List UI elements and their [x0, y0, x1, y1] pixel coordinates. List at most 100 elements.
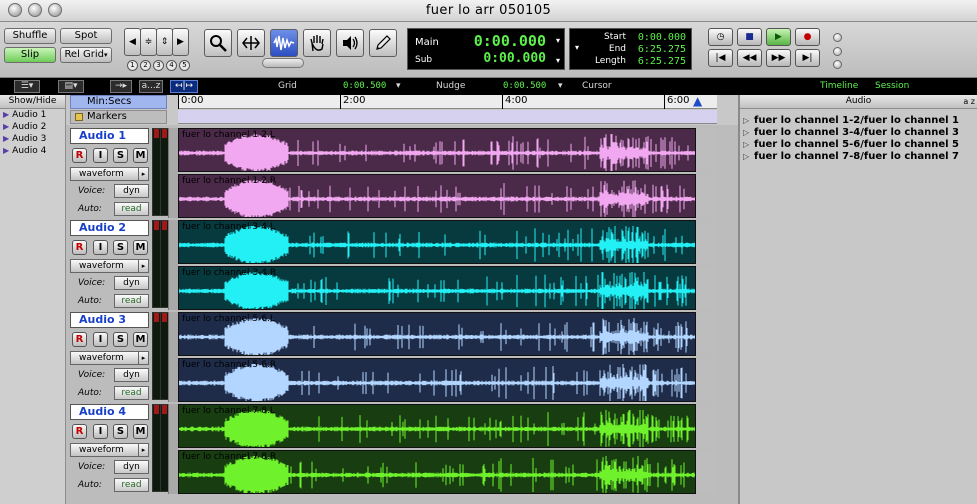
track-name-field[interactable]: Audio 2	[70, 220, 149, 236]
zoom-in-horizontal-button[interactable]: ▶	[172, 28, 189, 56]
stop-button[interactable]: ■	[737, 28, 762, 46]
input-monitor-button[interactable]: I	[93, 240, 108, 255]
region-list-item[interactable]: ▷ fuer lo channel 3-4/fuer lo channel 3	[740, 127, 977, 139]
grabber-tool[interactable]	[303, 29, 331, 57]
record-button[interactable]: ●	[795, 28, 820, 46]
zoomer-tool[interactable]	[204, 29, 232, 57]
zoom-preset-4[interactable]: 4	[166, 60, 177, 71]
sort-az-button[interactable]: a...z	[139, 80, 163, 93]
time-ruler[interactable]: 0:00 2:00 4:00 6:00 ▲	[178, 94, 717, 109]
track-name-field[interactable]: Audio 1	[70, 128, 149, 144]
pencil-tool[interactable]	[369, 29, 397, 57]
rewind-button[interactable]: ◀◀	[737, 49, 762, 67]
relgrid-mode-button[interactable]: Rel Grid▾	[60, 47, 112, 63]
mute-button[interactable]: M	[133, 424, 148, 439]
record-enable-button[interactable]: R	[72, 332, 87, 347]
zoom-preset-1[interactable]: 1	[127, 60, 138, 71]
session-tab[interactable]: Session	[875, 81, 909, 91]
nudge-value[interactable]: 0:00.500	[503, 81, 546, 91]
grid-value[interactable]: 0:00.500	[343, 81, 386, 91]
smart-tool-bar[interactable]	[262, 58, 304, 68]
fast-forward-button[interactable]: ▶▶	[766, 49, 791, 67]
zoom-vertical-button[interactable]: ⇕	[156, 28, 173, 56]
record-enable-button[interactable]: R	[72, 240, 87, 255]
track-view-selector[interactable]: waveform ▸	[70, 167, 149, 181]
solo-button[interactable]: S	[113, 148, 128, 163]
audio-region[interactable]: fuer lo channel 5-6.R	[178, 358, 696, 402]
show-hide-item[interactable]: ▶ Audio 4	[0, 145, 65, 157]
play-button[interactable]: ▶	[766, 28, 791, 46]
min-secs-ruler-label[interactable]: Min:Secs	[70, 95, 167, 109]
audio-region[interactable]: fuer lo channel 5-6.L	[178, 312, 696, 356]
transport-option-3[interactable]	[833, 60, 842, 69]
automation-mode-selector[interactable]: read	[114, 202, 149, 216]
playhead-arrow-icon[interactable]: ▲	[693, 94, 702, 108]
show-hide-header[interactable]: Show/Hide	[0, 95, 65, 109]
track-view-selector[interactable]: waveform ▸	[70, 443, 149, 457]
markers-ruler[interactable]	[178, 110, 717, 124]
mute-button[interactable]: M	[133, 148, 148, 163]
selector-tool[interactable]	[270, 29, 298, 57]
voice-selector[interactable]: dyn	[114, 460, 149, 474]
audio-region[interactable]: fuer lo channel 7-8.R	[178, 450, 696, 494]
online-button[interactable]: ◷	[708, 28, 733, 46]
solo-button[interactable]: S	[113, 332, 128, 347]
main-counter[interactable]: Main 0:00.000 ▾ Sub 0:00.000 ▾	[407, 28, 565, 70]
audio-region[interactable]: fuer lo channel 3-4.R	[178, 266, 696, 310]
edit-view-menu-button[interactable]: ☰▾	[14, 80, 40, 93]
transport-option-1[interactable]	[833, 33, 842, 42]
track-name-field[interactable]: Audio 4	[70, 404, 149, 420]
zoom-preset-3[interactable]: 3	[153, 60, 164, 71]
zoom-preset-2[interactable]: 2	[140, 60, 151, 71]
input-monitor-button[interactable]: I	[93, 148, 108, 163]
record-enable-button[interactable]: R	[72, 424, 87, 439]
link-selection-button[interactable]: →▸	[110, 80, 132, 93]
audio-region[interactable]: fuer lo channel 1-2.R	[178, 174, 696, 218]
automation-mode-selector[interactable]: read	[114, 386, 149, 400]
regions-list-header[interactable]: Audio a z	[740, 95, 977, 109]
mute-button[interactable]: M	[133, 240, 148, 255]
region-list-item[interactable]: ▷ fuer lo channel 1-2/fuer lo channel 1	[740, 115, 977, 127]
automation-mode-selector[interactable]: read	[114, 294, 149, 308]
record-enable-button[interactable]: R	[72, 148, 87, 163]
input-monitor-button[interactable]: I	[93, 332, 108, 347]
solo-button[interactable]: S	[113, 240, 128, 255]
markers-ruler-label[interactable]: Markers	[70, 110, 167, 124]
sort-az-label[interactable]: a z	[963, 95, 975, 108]
length-value[interactable]: 6:25.275	[638, 56, 686, 67]
shuffle-mode-button[interactable]: Shuffle	[4, 28, 56, 44]
trimmer-tool[interactable]	[237, 29, 265, 57]
chevron-down-icon[interactable]: ▾	[396, 81, 401, 91]
voice-selector[interactable]: dyn	[114, 368, 149, 382]
return-to-zero-button[interactable]: |◀	[708, 49, 733, 67]
ruler-view-menu-button[interactable]: ▤▾	[58, 80, 84, 93]
solo-button[interactable]: S	[113, 424, 128, 439]
tab-to-transient-button[interactable]: ↤|↦	[170, 80, 198, 93]
region-list-item[interactable]: ▷ fuer lo channel 5-6/fuer lo channel 5	[740, 139, 977, 151]
voice-selector[interactable]: dyn	[114, 184, 149, 198]
timeline-tab[interactable]: Timeline	[820, 81, 858, 91]
zoom-out-horizontal-button[interactable]: ◀	[124, 28, 141, 56]
mute-button[interactable]: M	[133, 332, 148, 347]
start-value[interactable]: 0:00.000	[638, 32, 686, 43]
track-view-selector[interactable]: waveform ▸	[70, 259, 149, 273]
automation-mode-selector[interactable]: read	[114, 478, 149, 492]
zoom-preset-5[interactable]: 5	[179, 60, 190, 71]
voice-selector[interactable]: dyn	[114, 276, 149, 290]
go-to-end-button[interactable]: ▶|	[795, 49, 820, 67]
show-hide-item[interactable]: ▶ Audio 1	[0, 109, 65, 121]
chevron-down-icon[interactable]: ▾	[558, 81, 563, 91]
show-hide-item[interactable]: ▶ Audio 2	[0, 121, 65, 133]
audio-region[interactable]: fuer lo channel 7-8.L	[178, 404, 696, 448]
region-list-item[interactable]: ▷ fuer lo channel 7-8/fuer lo channel 7	[740, 151, 977, 163]
track-name-field[interactable]: Audio 3	[70, 312, 149, 328]
audio-region[interactable]: fuer lo channel 3-4.L	[178, 220, 696, 264]
zoom-audio-button[interactable]: ≑	[140, 28, 157, 56]
spot-mode-button[interactable]: Spot	[60, 28, 112, 44]
end-value[interactable]: 6:25.275	[638, 44, 686, 55]
input-monitor-button[interactable]: I	[93, 424, 108, 439]
scrubber-tool[interactable]	[336, 29, 364, 57]
transport-option-2[interactable]	[833, 47, 842, 56]
track-view-selector[interactable]: waveform ▸	[70, 351, 149, 365]
slip-mode-button[interactable]: Slip	[4, 47, 56, 63]
